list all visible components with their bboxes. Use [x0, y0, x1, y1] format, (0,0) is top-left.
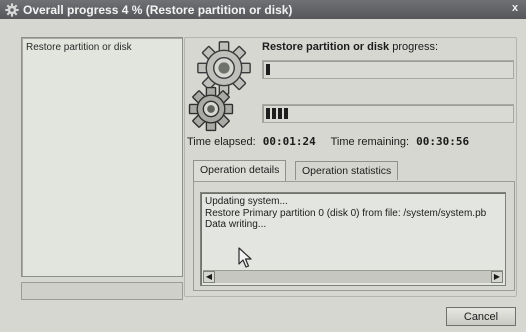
scroll-right-icon[interactable]: ▶ — [491, 271, 503, 283]
progress-segment — [284, 108, 288, 119]
operation-title: Restore partition or disk progress: — [262, 41, 438, 53]
status-field — [21, 282, 183, 300]
window-title: Overall progress 4 % (Restore partition … — [23, 2, 293, 17]
gear-icon — [5, 2, 19, 17]
operation-name: Restore partition or disk — [262, 41, 390, 53]
progress-segment — [266, 64, 270, 75]
progress-segment — [278, 108, 282, 119]
gear-icon — [188, 86, 234, 132]
progress-fill — [266, 64, 270, 75]
title-bar: Overall progress 4 % (Restore partition … — [0, 0, 526, 19]
operation-suffix: progress: — [392, 41, 439, 53]
progress-fill — [266, 108, 288, 119]
log-line: Data writing... — [205, 219, 267, 230]
close-icon[interactable]: x — [508, 1, 522, 16]
operations-list[interactable]: Restore partition or disk — [21, 37, 183, 277]
log-lines: Updating system... Restore Primary parti… — [201, 196, 486, 231]
operation-log[interactable]: Updating system... Restore Primary parti… — [200, 192, 506, 286]
scroll-left-icon[interactable]: ◀ — [203, 271, 215, 283]
tab-operation-details[interactable]: Operation details — [193, 160, 287, 181]
tab-operation-statistics[interactable]: Operation statistics — [295, 161, 399, 180]
list-item[interactable]: Restore partition or disk — [26, 42, 132, 53]
remaining-value: 00:30:56 — [416, 135, 470, 148]
horizontal-scrollbar[interactable]: ◀ ▶ — [203, 270, 503, 283]
overall-progress-bar — [262, 104, 514, 123]
tab-panel: Updating system... Restore Primary parti… — [193, 181, 515, 291]
mouse-pointer-icon — [238, 247, 252, 268]
elapsed-label: Time elapsed: — [187, 136, 256, 148]
operation-progress-bar — [262, 60, 514, 79]
log-line: Restore Primary partition 0 (disk 0) fro… — [205, 207, 487, 219]
cancel-button[interactable]: Cancel — [446, 307, 516, 326]
elapsed-value: 00:01:24 — [262, 135, 316, 148]
time-info: Time elapsed: 00:01:24 Time remaining: 0… — [187, 135, 481, 148]
progress-segment — [266, 108, 270, 119]
progress-segment — [272, 108, 276, 119]
log-line: Updating system... — [205, 196, 288, 207]
remaining-label: Time remaining: — [330, 136, 410, 148]
